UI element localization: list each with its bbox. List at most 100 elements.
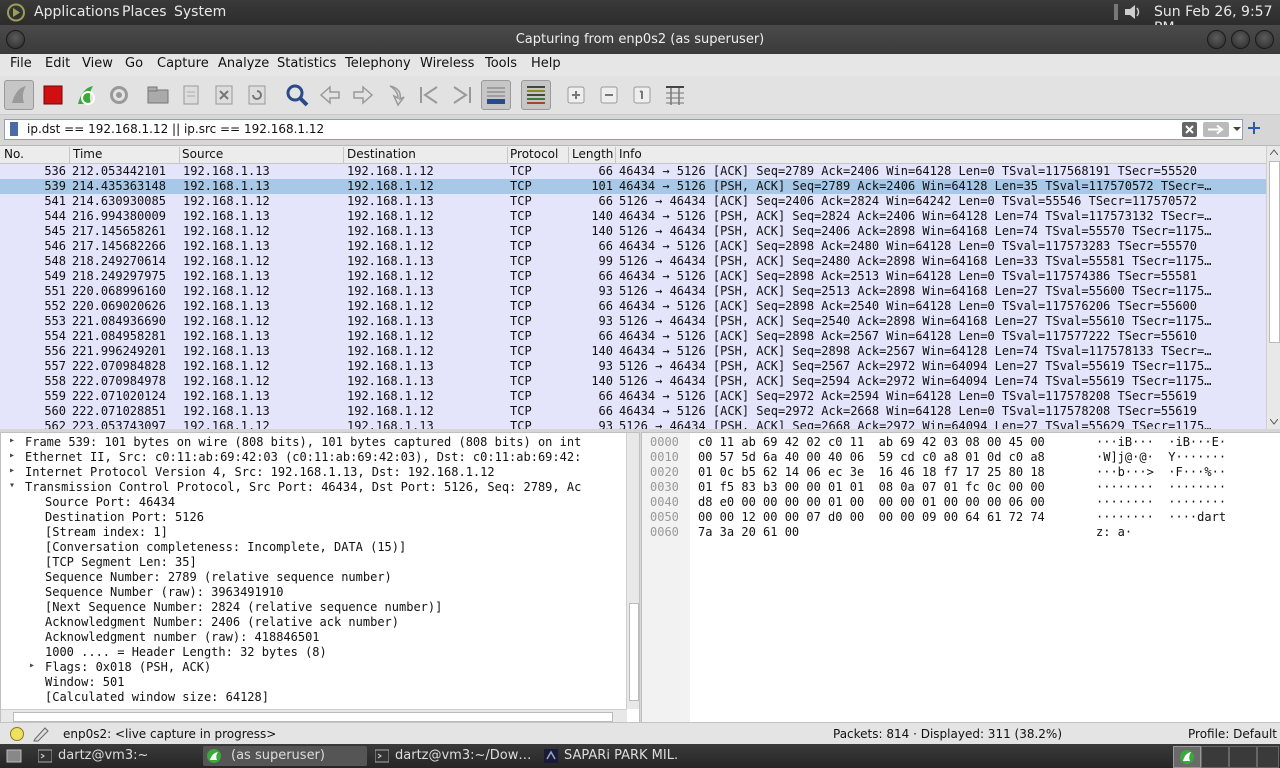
ascii-bytes[interactable]: ········ ····dart bbox=[1096, 510, 1226, 524]
normal-size-button[interactable] bbox=[627, 80, 657, 110]
task-game[interactable]: SAPARi PARK MIL. bbox=[540, 746, 710, 766]
task-terminal-1[interactable]: dartz@vm3:~ bbox=[34, 746, 200, 766]
applications-menu[interactable]: Applications bbox=[34, 4, 120, 20]
details-horizontal-scrollbar[interactable] bbox=[1, 709, 627, 723]
menu-statistics[interactable]: Statistics bbox=[277, 56, 336, 71]
column-header-time[interactable]: Time bbox=[73, 147, 102, 161]
menu-telephony[interactable]: Telephony bbox=[345, 56, 411, 71]
detail-tree-item[interactable]: Transmission Control Protocol, Src Port:… bbox=[25, 480, 581, 494]
detail-tree-item[interactable]: Sequence Number: 2789 (relative sequence… bbox=[45, 570, 392, 584]
details-hscroll-thumb[interactable] bbox=[13, 712, 613, 722]
maximize-button[interactable] bbox=[1231, 30, 1250, 49]
detail-tree-item[interactable]: [Calculated window size: 64128] bbox=[45, 690, 269, 704]
packet-row[interactable]: 546 217.145682266 192.168.1.13 192.168.1.12… bbox=[0, 239, 1266, 254]
packet-row[interactable]: 559 222.071020124 192.168.1.13 192.168.1.12… bbox=[0, 389, 1266, 404]
detail-tree-item[interactable]: Source Port: 46434 bbox=[45, 495, 175, 509]
menu-edit[interactable]: Edit bbox=[45, 56, 70, 71]
hex-bytes[interactable]: 01 f5 83 b3 00 00 01 01 08 0a 07 01 fc 0… bbox=[698, 480, 1045, 494]
bookmark-icon[interactable] bbox=[9, 122, 19, 137]
packet-row[interactable]: 554 221.084958281 192.168.1.13 192.168.1.12… bbox=[0, 329, 1266, 344]
hex-bytes[interactable]: 01 0c b5 62 14 06 ec 3e 16 46 18 f7 17 2… bbox=[698, 465, 1045, 479]
detail-tree-item[interactable]: Sequence Number (raw): 3963491910 bbox=[45, 585, 283, 599]
menu-file[interactable]: File bbox=[10, 56, 32, 71]
hex-bytes[interactable]: 7a 3a 20 61 00 bbox=[698, 525, 799, 539]
stop-capture-button[interactable] bbox=[38, 80, 68, 110]
volume-icon[interactable] bbox=[1122, 2, 1144, 22]
ascii-bytes[interactable]: ········ ········ bbox=[1096, 495, 1226, 509]
hex-bytes[interactable]: d8 e0 00 00 00 00 01 00 00 00 01 00 00 0… bbox=[698, 495, 1045, 509]
packet-row[interactable]: 548 218.249270614 192.168.1.12 192.168.1.13… bbox=[0, 254, 1266, 269]
packet-row[interactable]: 558 222.070984978 192.168.1.12 192.168.1.13… bbox=[0, 374, 1266, 389]
ascii-bytes[interactable]: ···iB··· ·iB···E· bbox=[1096, 435, 1226, 449]
detail-tree-item[interactable]: 1000 .... = Header Length: 32 bytes (8) bbox=[45, 645, 327, 659]
autoscroll-button[interactable] bbox=[481, 80, 511, 110]
close-button[interactable] bbox=[1255, 30, 1274, 49]
find-packet-button[interactable] bbox=[282, 80, 312, 110]
packet-row[interactable]: 560 222.071028851 192.168.1.13 192.168.1.12… bbox=[0, 404, 1266, 419]
scroll-up-icon[interactable] bbox=[1270, 149, 1278, 155]
display-filter-input[interactable]: ip.dst == 192.168.1.12 || ip.src == 192.… bbox=[27, 122, 324, 136]
menu-capture[interactable]: Capture bbox=[157, 56, 209, 71]
resize-columns-button[interactable] bbox=[660, 80, 690, 110]
packet-row[interactable]: 536 212.053442101 192.168.1.13 192.168.1.12… bbox=[0, 164, 1266, 179]
tree-expander-icon[interactable]: ▸ bbox=[9, 450, 15, 461]
details-scroll-thumb[interactable] bbox=[629, 603, 639, 701]
column-header-destination[interactable]: Destination bbox=[347, 147, 416, 161]
display-filter-field[interactable]: ip.dst == 192.168.1.12 || ip.src == 192.… bbox=[4, 119, 1243, 140]
menu-tools[interactable]: Tools bbox=[485, 56, 517, 71]
packet-row[interactable]: 556 221.996249201 192.168.1.13 192.168.1.12… bbox=[0, 344, 1266, 359]
details-vertical-scrollbar[interactable] bbox=[626, 433, 639, 709]
minimize-button[interactable] bbox=[1207, 30, 1226, 49]
column-header-protocol[interactable]: Protocol bbox=[510, 147, 558, 161]
save-file-button[interactable] bbox=[176, 80, 206, 110]
zoom-in-button[interactable] bbox=[561, 80, 591, 110]
column-header-source[interactable]: Source bbox=[182, 147, 223, 161]
workspace-3[interactable] bbox=[1229, 746, 1257, 768]
tree-expander-icon[interactable]: ▸ bbox=[9, 465, 15, 476]
last-packet-button[interactable] bbox=[447, 80, 477, 110]
detail-tree-item[interactable]: Destination Port: 5126 bbox=[45, 510, 204, 524]
hex-bytes[interactable]: 00 57 5d 6a 40 00 40 06 59 cd c0 a8 01 0… bbox=[698, 450, 1045, 464]
system-menu[interactable]: System bbox=[174, 4, 226, 20]
expert-info-icon[interactable] bbox=[9, 726, 25, 742]
packet-row[interactable]: 553 221.084936690 192.168.1.12 192.168.1.13… bbox=[0, 314, 1266, 329]
column-header-length[interactable]: Length bbox=[572, 147, 613, 161]
menu-help[interactable]: Help bbox=[531, 56, 561, 71]
task-wireshark[interactable]: (as superuser) bbox=[203, 746, 367, 766]
tree-expander-icon[interactable]: ▾ bbox=[9, 480, 15, 491]
detail-tree-item[interactable]: Flags: 0x018 (PSH, ACK) bbox=[45, 660, 211, 674]
workspace-switcher[interactable] bbox=[1173, 746, 1201, 768]
menu-view[interactable]: View bbox=[82, 56, 113, 71]
packet-row[interactable]: 551 220.068996160 192.168.1.12 192.168.1.13… bbox=[0, 284, 1266, 299]
column-header-info[interactable]: Info bbox=[619, 147, 642, 161]
distro-logo-icon[interactable] bbox=[6, 3, 26, 22]
zoom-out-button[interactable] bbox=[594, 80, 624, 110]
packet-row[interactable]: 539 214.435363148 192.168.1.13 192.168.1.12… bbox=[0, 179, 1266, 194]
ascii-bytes[interactable]: ········ ········ bbox=[1096, 480, 1226, 494]
detail-tree-item[interactable]: Acknowledgment number (raw): 418846501 bbox=[45, 630, 320, 644]
workspace-4[interactable] bbox=[1257, 746, 1279, 768]
detail-tree-item[interactable]: Frame 539: 101 bytes on wire (808 bits),… bbox=[25, 435, 581, 449]
detail-tree-item[interactable]: [Stream index: 1] bbox=[45, 525, 168, 539]
capture-options-button[interactable] bbox=[104, 80, 134, 110]
ascii-bytes[interactable]: ···b···> ·F···%·· bbox=[1096, 465, 1226, 479]
go-back-button[interactable] bbox=[315, 80, 345, 110]
hex-bytes[interactable]: 00 00 12 00 00 07 d0 00 00 00 09 00 64 6… bbox=[698, 510, 1045, 524]
detail-tree-item[interactable]: Window: 501 bbox=[45, 675, 124, 689]
close-file-button[interactable] bbox=[209, 80, 239, 110]
packet-row[interactable]: 557 222.070984828 192.168.1.12 192.168.1.13… bbox=[0, 359, 1266, 374]
profile-text[interactable]: Profile: Default bbox=[1188, 727, 1277, 741]
packet-row[interactable]: 545 217.145658261 192.168.1.12 192.168.1.13… bbox=[0, 224, 1266, 239]
packet-list-scrollbar[interactable] bbox=[1266, 146, 1280, 429]
ascii-bytes[interactable]: z: a· bbox=[1096, 525, 1132, 539]
restart-capture-button[interactable] bbox=[71, 80, 101, 110]
window-titlebar[interactable]: Capturing from enp0s2 (as superuser) bbox=[0, 25, 1280, 54]
scroll-down-icon[interactable] bbox=[1270, 419, 1278, 425]
go-to-packet-button[interactable] bbox=[381, 80, 411, 110]
detail-tree-item[interactable]: Ethernet II, Src: c0:11:ab:69:42:03 (c0:… bbox=[25, 450, 581, 464]
menu-analyze[interactable]: Analyze bbox=[218, 56, 269, 71]
scroll-thumb[interactable] bbox=[1269, 161, 1280, 343]
packet-row[interactable]: 562 223.053743097 192.168.1.12 192.168.1.13… bbox=[0, 419, 1266, 429]
tree-expander-icon[interactable]: ▸ bbox=[9, 435, 15, 446]
hex-bytes[interactable]: c0 11 ab 69 42 02 c0 11 ab 69 42 03 08 0… bbox=[698, 435, 1045, 449]
